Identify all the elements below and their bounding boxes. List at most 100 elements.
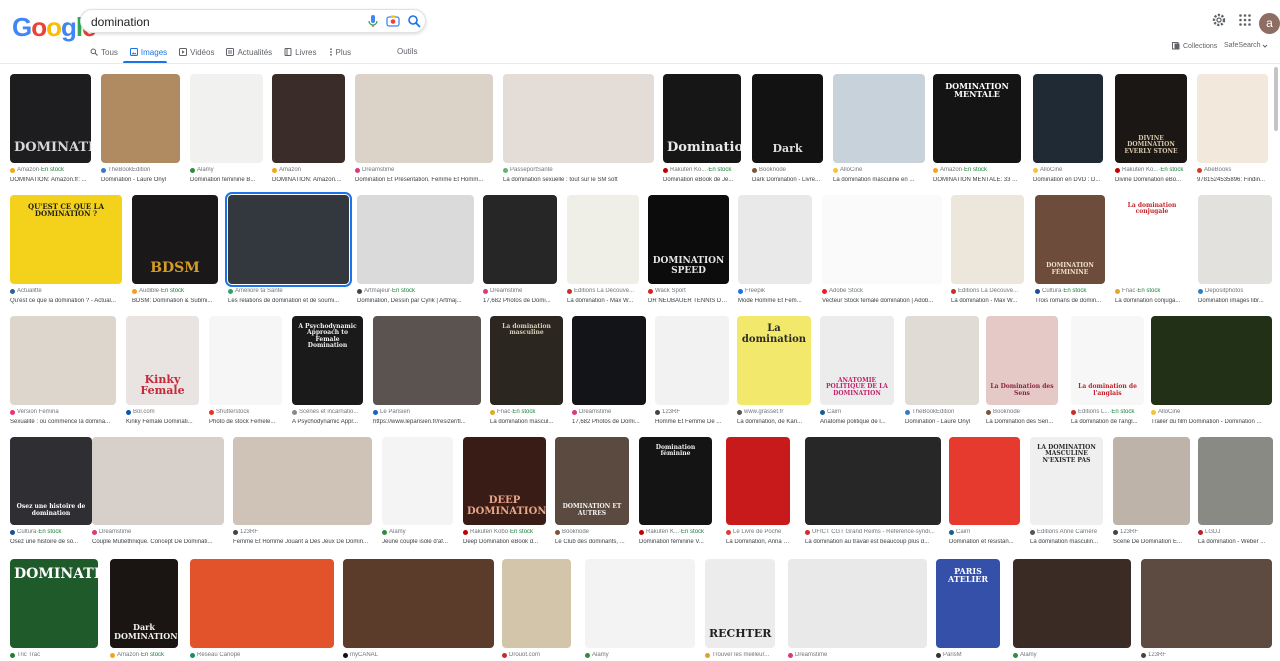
image-result-card[interactable]: 123RF Femme Et Homme Jouant à Des Jeux De…: [233, 437, 372, 549]
result-thumbnail[interactable]: DOMINATION MENTALE: [933, 74, 1021, 163]
image-result-card[interactable]: Éditions La Découve... La domination - Ma…: [567, 195, 639, 308]
result-title[interactable]: Trailer du film Domination - Domination …: [1151, 419, 1272, 425]
image-result-card[interactable]: DOMINATION SPEED Wack Sport DR NEUBAUER TE…: [648, 195, 729, 308]
image-result-card[interactable]: PasseportSanté La domination sexuelle : t…: [503, 74, 654, 187]
image-result-card[interactable]: Dark Booknode Dark Domination - Livre...: [752, 74, 823, 187]
result-title[interactable]: Domination et résistan...: [949, 539, 1020, 545]
image-result-card[interactable]: AbeBooks 9781524535896: Findin...: [1197, 74, 1268, 187]
image-result-card[interactable]: Dark DOMINATION Amazon · En stock: [110, 559, 178, 661]
result-source[interactable]: TheBookEdition: [905, 409, 979, 415]
result-source[interactable]: Audible · En stock: [132, 288, 218, 294]
result-thumbnail[interactable]: Dark DOMINATION: [110, 559, 178, 648]
result-thumbnail[interactable]: La domination conjugale: [1115, 195, 1189, 284]
result-title[interactable]: Photo de stock Femele...: [209, 419, 282, 425]
result-source[interactable]: Éditions Anne Carrière: [1030, 529, 1103, 535]
result-title[interactable]: Domination féminine B...: [190, 177, 263, 183]
image-result-card[interactable]: Alamy: [1013, 559, 1131, 661]
result-thumbnail[interactable]: [355, 74, 493, 163]
result-thumbnail[interactable]: [382, 437, 453, 525]
result-source[interactable]: Alamy: [190, 167, 263, 173]
image-result-card[interactable]: Freepik Mode Homme Et Fem...: [738, 195, 812, 308]
result-thumbnail[interactable]: [833, 74, 925, 163]
result-source[interactable]: Booknode: [986, 409, 1058, 415]
result-source[interactable]: Amazon · En stock: [110, 652, 178, 658]
result-thumbnail[interactable]: La domination de l'anglais: [1071, 316, 1144, 405]
result-thumbnail[interactable]: BDSM: [132, 195, 218, 284]
result-title[interactable]: Le Club des dominants, ...: [555, 539, 629, 545]
image-result-card[interactable]: DEEP DOMINATION Rakuten Kobo · En stock De…: [463, 437, 546, 549]
result-thumbnail[interactable]: DOMINATION SPEED: [648, 195, 729, 284]
result-thumbnail[interactable]: LA DOMINATION MASCULINE N'EXISTE PAS: [1030, 437, 1103, 525]
result-source[interactable]: Fnac · En stock: [490, 409, 563, 415]
result-thumbnail[interactable]: [572, 316, 646, 405]
result-thumbnail[interactable]: [567, 195, 639, 284]
image-result-card[interactable]: Version Femina Sexualité : où commence la…: [10, 316, 116, 429]
image-result-card[interactable]: UFICT CGT Grand Reims - Reference-syndi.…: [805, 437, 941, 549]
image-result-card[interactable]: Osez une histoire de domination Cultura ·…: [10, 437, 92, 549]
result-title[interactable]: Scène De Domination E...: [1113, 539, 1190, 545]
result-title[interactable]: DOMINATION MENTALE: 33 ...: [933, 177, 1021, 183]
result-source[interactable]: Version Femina: [10, 409, 116, 415]
result-title[interactable]: Domination féminine V...: [639, 539, 712, 545]
result-source[interactable]: PasseportSanté: [503, 167, 654, 173]
scrollbar[interactable]: [1274, 67, 1278, 131]
result-title[interactable]: La domination masculine en ...: [833, 177, 925, 183]
image-result-card[interactable]: Alamy Jeune couple isolé d'af...: [382, 437, 453, 549]
image-result-card[interactable]: Drouot.com: [502, 559, 571, 661]
result-source[interactable]: Dreamstime: [788, 652, 927, 658]
result-thumbnail[interactable]: Dark: [752, 74, 823, 163]
image-result-card[interactable]: Amazon DOMINATION: Amazon....: [272, 74, 345, 187]
result-title[interactable]: Couple Mutiethnique. Concept De Dominati…: [92, 539, 224, 545]
result-source[interactable]: Éditions La Découve...: [951, 288, 1024, 294]
image-result-card[interactable]: QU'EST CE QUE LA DOMINATION ? Actualitte Q…: [10, 195, 122, 308]
result-title[interactable]: La domination - Weber ...: [1198, 539, 1273, 545]
result-source[interactable]: AlloCiné: [1151, 409, 1272, 415]
result-thumbnail[interactable]: [503, 74, 654, 163]
result-title[interactable]: BDSM: Domination & Submi...: [132, 298, 218, 304]
image-result-card[interactable]: AlloCiné Domination en DVD : D...: [1033, 74, 1103, 187]
image-result-card[interactable]: A Psychodynamic Approach to Female Domin…: [292, 316, 363, 429]
result-source[interactable]: Rakuten Kobo · En stock: [463, 529, 546, 535]
result-title[interactable]: Deep Domination eBook d...: [463, 539, 546, 545]
result-source[interactable]: Tric Trac: [10, 652, 98, 658]
image-result-card[interactable]: La domination masculine Fnac · En stock La…: [490, 316, 563, 429]
result-thumbnail[interactable]: [1033, 74, 1103, 163]
image-result-card[interactable]: Dreamstime Domination Et Présentation. Fe…: [355, 74, 493, 187]
result-source[interactable]: Depositphotos: [1198, 288, 1272, 294]
result-title[interactable]: La domination sexuelle : tout sur le SM …: [503, 177, 654, 183]
image-result-card[interactable]: 123RF: [1141, 559, 1272, 661]
result-title[interactable]: La Domination, Anna d...: [726, 539, 790, 545]
result-thumbnail[interactable]: [905, 316, 979, 405]
result-thumbnail[interactable]: [101, 74, 180, 163]
result-thumbnail[interactable]: [343, 559, 494, 648]
result-thumbnail[interactable]: DOMINATION: [10, 74, 91, 163]
result-title[interactable]: DR NEUBAUER TENNIS DE...: [648, 298, 729, 304]
result-source[interactable]: LGDJ: [1198, 529, 1273, 535]
result-thumbnail[interactable]: [190, 74, 263, 163]
result-title[interactable]: Qu'est ce que la domination ? - Actual..…: [10, 298, 122, 304]
image-result-card[interactable]: 123RF Scène De Domination E...: [1113, 437, 1190, 549]
result-thumbnail[interactable]: [225, 192, 352, 287]
result-title[interactable]: Mode Homme Et Fem...: [738, 298, 812, 304]
result-source[interactable]: Alamy: [382, 529, 453, 535]
image-result-card[interactable]: AlloCiné La domination masculine en ...: [833, 74, 925, 187]
result-title[interactable]: Vecteur Stock female domination | Adob..…: [822, 298, 942, 304]
image-result-card[interactable]: Alamy: [585, 559, 695, 661]
result-source[interactable]: UFICT CGT Grand Reims - Reference-syndi.…: [805, 529, 941, 535]
result-title[interactable]: Trois romans de domin...: [1035, 298, 1105, 304]
image-result-card[interactable]: Alamy Domination féminine B...: [190, 74, 263, 187]
result-title[interactable]: DOMINATION: Amazon.fr: ...: [10, 177, 91, 183]
result-title[interactable]: Jeune couple isolé d'af...: [382, 539, 453, 545]
result-thumbnail[interactable]: Osez une histoire de domination: [10, 437, 92, 525]
result-source[interactable]: www.grasset.fr: [737, 409, 811, 415]
result-source[interactable]: Éditions L... · En stock: [1071, 409, 1144, 415]
result-source[interactable]: Booknode: [555, 529, 629, 535]
result-source[interactable]: TheBookEdition: [101, 167, 180, 173]
result-title[interactable]: Sexualité : où commence la domina...: [10, 419, 116, 425]
result-thumbnail[interactable]: DOMINATION: [10, 559, 98, 648]
result-title[interactable]: 17,682 Photos de Domi...: [483, 298, 557, 304]
result-thumbnail[interactable]: [1141, 559, 1272, 648]
result-thumbnail[interactable]: La domination masculine: [490, 316, 563, 405]
result-source[interactable]: AlloCiné: [1033, 167, 1103, 173]
result-source[interactable]: Booknode: [752, 167, 823, 173]
